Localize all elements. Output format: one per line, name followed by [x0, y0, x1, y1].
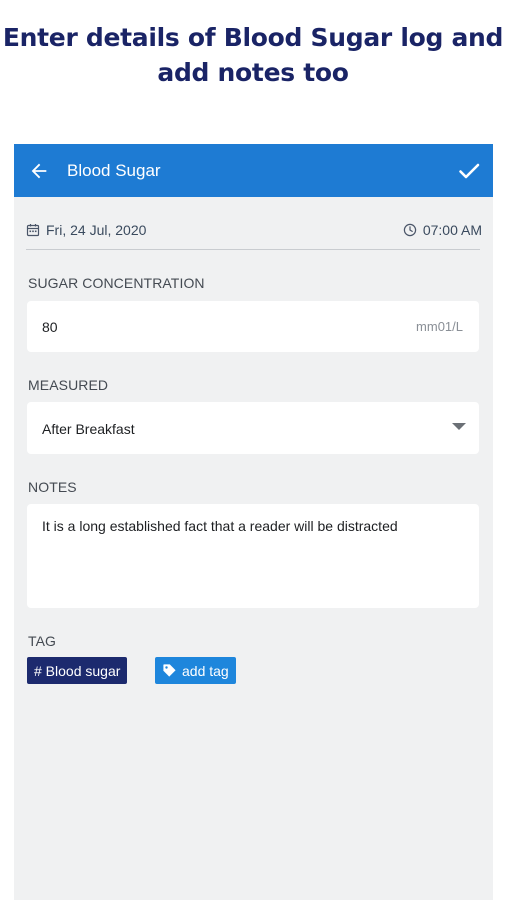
notes-label: NOTES — [28, 479, 77, 495]
back-button[interactable] — [26, 158, 52, 184]
sugar-unit: mm01/L — [416, 319, 463, 334]
sugar-concentration-value: 80 — [42, 319, 58, 335]
tag-label: TAG — [28, 633, 57, 649]
sugar-concentration-label: SUGAR CONCENTRATION — [28, 275, 205, 291]
check-icon — [459, 163, 480, 179]
datetime-row: Fri, 24 Jul, 2020 07:00 AM — [26, 218, 482, 242]
page-title: Blood Sugar — [67, 161, 161, 180]
chevron-down-icon — [452, 423, 466, 430]
promo-headline-line1: Enter details of Blood Sugar log and — [2, 23, 504, 52]
tag-chip-blood-sugar[interactable]: # Blood sugar — [27, 657, 128, 684]
save-button[interactable] — [455, 157, 483, 185]
promo-headline-line2: add notes too — [157, 58, 349, 87]
clock-icon — [403, 223, 417, 237]
notes-textarea[interactable]: It is a long established fact that a rea… — [27, 504, 479, 608]
screenshot-page: Enter details of Blood Sugar log and add… — [0, 0, 506, 900]
calendar-icon — [26, 224, 40, 237]
add-tag-button[interactable]: add tag — [155, 657, 236, 684]
tag-icon — [163, 664, 176, 677]
promo-headline: Enter details of Blood Sugar log and add… — [0, 20, 506, 90]
app-bar: Blood Sugar — [14, 144, 493, 197]
phone-screen: Blood Sugar Fri, 24 Jul, 2020 07:00 AM S… — [14, 144, 493, 900]
add-tag-label: add tag — [182, 662, 229, 679]
time-value: 07:00 AM — [422, 222, 482, 238]
date-value: Fri, 24 Jul, 2020 — [46, 222, 147, 238]
time-picker[interactable]: 07:00 AM — [403, 222, 482, 238]
notes-value: It is a long established fact that a rea… — [42, 518, 398, 534]
measured-value: After Breakfast — [42, 421, 135, 437]
date-picker[interactable]: Fri, 24 Jul, 2020 — [26, 222, 146, 238]
arrow-left-icon — [31, 163, 47, 179]
measured-label: MEASURED — [28, 377, 109, 393]
measured-select[interactable]: After Breakfast — [27, 402, 479, 454]
divider — [26, 249, 480, 250]
tag-chip-label: # Blood sugar — [34, 662, 121, 679]
sugar-concentration-field[interactable]: 80 mm01/L — [27, 301, 479, 352]
